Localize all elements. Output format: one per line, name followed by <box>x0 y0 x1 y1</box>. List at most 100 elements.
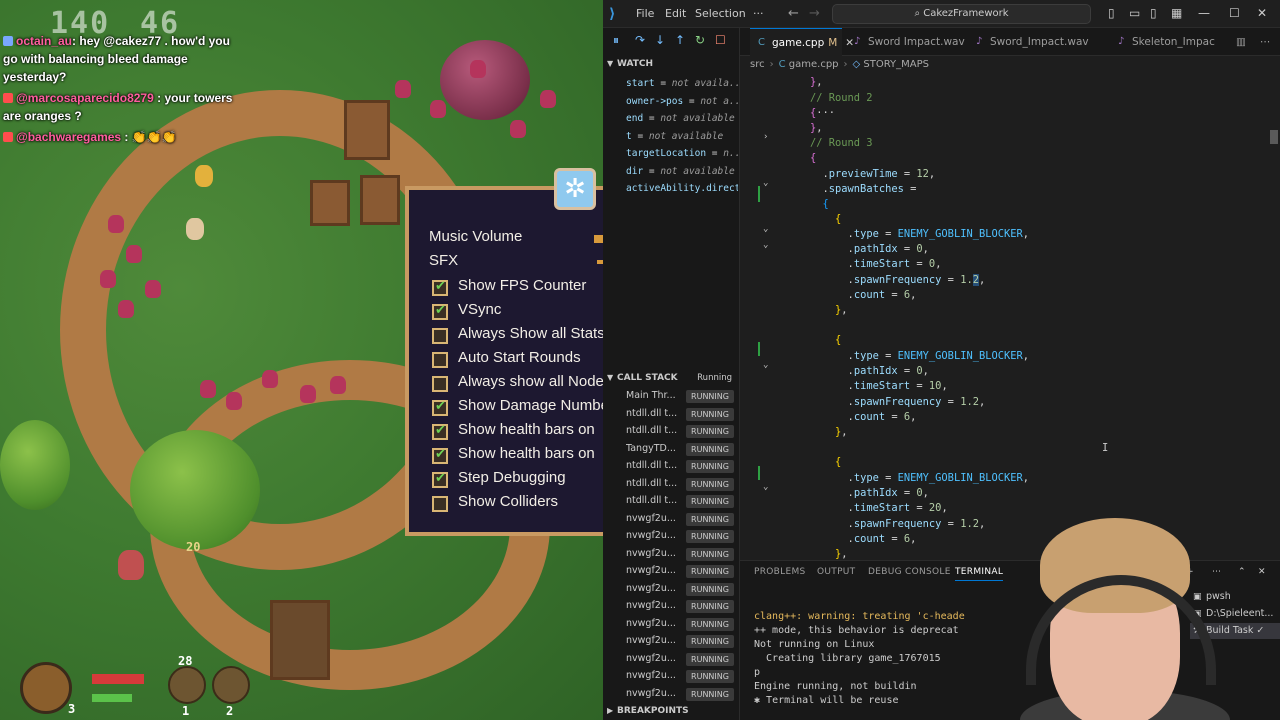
breakpoints-title: BREAKPOINTS <box>617 706 689 716</box>
scrollbar-thumb[interactable] <box>1270 130 1278 144</box>
back-arrow-icon[interactable]: ← <box>788 6 799 21</box>
thread-status-badge: RUNNING <box>686 687 734 701</box>
music-volume-slider[interactable] <box>594 235 603 243</box>
menu-more[interactable]: ··· <box>753 7 764 20</box>
hero-level: 3 <box>68 702 76 716</box>
ability-slot[interactable] <box>212 666 250 704</box>
step-out-icon[interactable]: ↑ <box>675 33 685 47</box>
enemy-goblin <box>118 300 134 318</box>
call-stack-thread[interactable]: nvwgf2u... <box>626 600 682 611</box>
forward-arrow-icon[interactable]: → <box>809 6 820 21</box>
chevron-right-icon: ▶ <box>607 706 614 715</box>
call-stack-thread[interactable]: nvwgf2u... <box>626 670 682 681</box>
tab-skeleton-impact[interactable]: ♪ Skeleton_Impac <box>1110 28 1228 56</box>
menu-file[interactable]: File <box>636 7 654 20</box>
fold-right-icon[interactable]: › <box>763 132 768 142</box>
breakpoints-section-header[interactable]: ▶ BREAKPOINTS <box>603 701 740 720</box>
watch-item[interactable]: dir = not available <box>626 166 738 177</box>
watch-section-header[interactable]: ▼ WATCH <box>603 54 740 74</box>
split-editor-icon[interactable]: ▥ <box>1230 28 1254 56</box>
call-stack-thread[interactable]: nvwgf2u... <box>626 565 682 576</box>
breadcrumb-symbol[interactable]: STORY_MAPS <box>863 59 929 70</box>
call-stack-thread[interactable]: nvwgf2u... <box>626 583 682 594</box>
checkbox-always-show-nodes[interactable] <box>432 376 448 392</box>
close-window-icon[interactable]: ✕ <box>1257 6 1267 20</box>
call-stack-thread[interactable]: Main Thr... <box>626 390 682 401</box>
toggle-secondary-sidebar-icon[interactable]: ▯ <box>1150 6 1157 20</box>
breadcrumb-file[interactable]: game.cpp <box>789 59 839 70</box>
command-center-search[interactable]: ⌕ CakezFramework <box>832 4 1091 24</box>
health-bar <box>92 674 144 684</box>
gear-icon[interactable]: ✲ <box>554 168 596 210</box>
git-change-marker <box>758 342 760 356</box>
maximize-icon[interactable]: ☐ <box>1229 6 1240 20</box>
step-into-icon[interactable]: ↓ <box>655 33 665 47</box>
checkbox-show-colliders[interactable] <box>432 496 448 512</box>
call-stack-thread[interactable]: nvwgf2u... <box>626 513 682 524</box>
step-over-icon[interactable]: ↷ <box>635 33 645 47</box>
checkbox-vsync[interactable] <box>432 303 448 320</box>
checkbox-show-fps[interactable] <box>432 279 448 296</box>
call-stack-thread[interactable]: ntdll.dll t... <box>626 460 682 471</box>
checkbox-show-health-bars-1[interactable] <box>432 423 448 440</box>
code-line: .pathIdx = 0, <box>847 243 929 255</box>
watch-item[interactable]: owner->pos = not a... <box>626 96 738 107</box>
call-stack-thread[interactable]: nvwgf2u... <box>626 548 682 559</box>
tab-sword-impact[interactable]: ♪ Sword Impact.wav <box>846 28 968 56</box>
call-stack-thread[interactable]: ntdll.dll t... <box>626 425 682 436</box>
more-actions-icon[interactable]: ⋯ <box>1254 28 1278 56</box>
tab-sword-impact-underscore[interactable]: ♪ Sword_Impact.wav <box>968 28 1108 56</box>
toggle-panel-icon[interactable]: ▭ <box>1129 6 1140 20</box>
tab-output[interactable]: OUTPUT <box>817 567 855 577</box>
stop-icon[interactable]: ☐ <box>715 33 726 47</box>
ability-slot[interactable] <box>168 666 206 704</box>
call-stack-section-header[interactable]: ▼ CALL STACK Running <box>603 368 740 388</box>
equals-sign: = <box>706 148 724 159</box>
fold-down-icon[interactable]: ⌄ <box>763 178 768 188</box>
call-stack-thread[interactable]: ntdll.dll t... <box>626 478 682 489</box>
call-stack-thread[interactable]: nvwgf2u... <box>626 635 682 646</box>
checkbox-show-health-bars-2[interactable] <box>432 447 448 464</box>
call-stack-thread[interactable]: nvwgf2u... <box>626 653 682 664</box>
menu-selection[interactable]: Selection <box>695 7 746 20</box>
minimize-icon[interactable]: — <box>1198 6 1210 20</box>
restart-icon[interactable]: ↻ <box>695 33 705 47</box>
watch-item[interactable]: start = not availa... <box>626 78 738 89</box>
pause-icon[interactable]: ⏸ <box>613 33 619 48</box>
toggle-sidebar-icon[interactable]: ▯ <box>1108 6 1115 20</box>
code-line: .type = ENEMY_GOBLIN_BLOCKER, <box>847 350 1030 362</box>
fold-down-icon[interactable]: ⌄ <box>763 482 768 492</box>
tab-game-cpp[interactable]: Cgame.cpp M ✕ <box>750 28 854 56</box>
call-stack-thread[interactable]: nvwgf2u... <box>626 618 682 629</box>
watch-item[interactable]: t = not available <box>626 131 738 142</box>
breadcrumb-src[interactable]: src <box>750 59 765 70</box>
watch-item[interactable]: end = not available <box>626 113 738 124</box>
checkbox-auto-start-rounds[interactable] <box>432 352 448 368</box>
enemy-goblin <box>510 120 526 138</box>
menu-edit[interactable]: Edit <box>665 7 686 20</box>
layout-icon[interactable]: ▦ <box>1171 6 1182 20</box>
call-stack-thread[interactable]: ntdll.dll t... <box>626 408 682 419</box>
checkbox-step-debugging[interactable] <box>432 471 448 488</box>
watch-item[interactable]: activeAbility.direct <box>626 183 738 194</box>
code-line: .type = ENEMY_GOBLIN_BLOCKER, <box>847 228 1030 240</box>
fold-down-icon[interactable]: ⌄ <box>763 224 768 234</box>
watch-item[interactable]: targetLocation = n... <box>626 148 738 159</box>
fold-down-icon[interactable]: ⌄ <box>763 360 768 370</box>
hero-portrait[interactable] <box>20 662 72 714</box>
call-stack-thread[interactable]: TangyTD... <box>626 443 682 454</box>
watch-expression: start <box>626 78 655 89</box>
checkbox-show-damage-numbers[interactable] <box>432 399 448 416</box>
code-line: .spawnFrequency = 1.2, <box>847 518 986 530</box>
tab-debug-console[interactable]: DEBUG CONSOLE <box>868 567 951 577</box>
call-stack-thread[interactable]: nvwgf2u... <box>626 530 682 541</box>
tab-terminal[interactable]: TERMINAL <box>955 567 1004 581</box>
fold-down-icon[interactable]: ⌄ <box>763 240 768 250</box>
code-line: }, <box>810 76 823 88</box>
game-viewport[interactable]: 140 46 octain_au: hey @cakez77 . how'd y… <box>0 0 603 720</box>
call-stack-thread[interactable]: ntdll.dll t... <box>626 495 682 506</box>
tab-problems[interactable]: PROBLEMS <box>754 567 806 577</box>
code-view[interactable]: › ⌄ ⌄ ⌄ ⌄ ⌄ }, // Round 2 {··· }, // Rou… <box>740 74 1280 560</box>
checkbox-always-show-stats[interactable] <box>432 328 448 344</box>
call-stack-thread[interactable]: nvwgf2u... <box>626 688 682 699</box>
